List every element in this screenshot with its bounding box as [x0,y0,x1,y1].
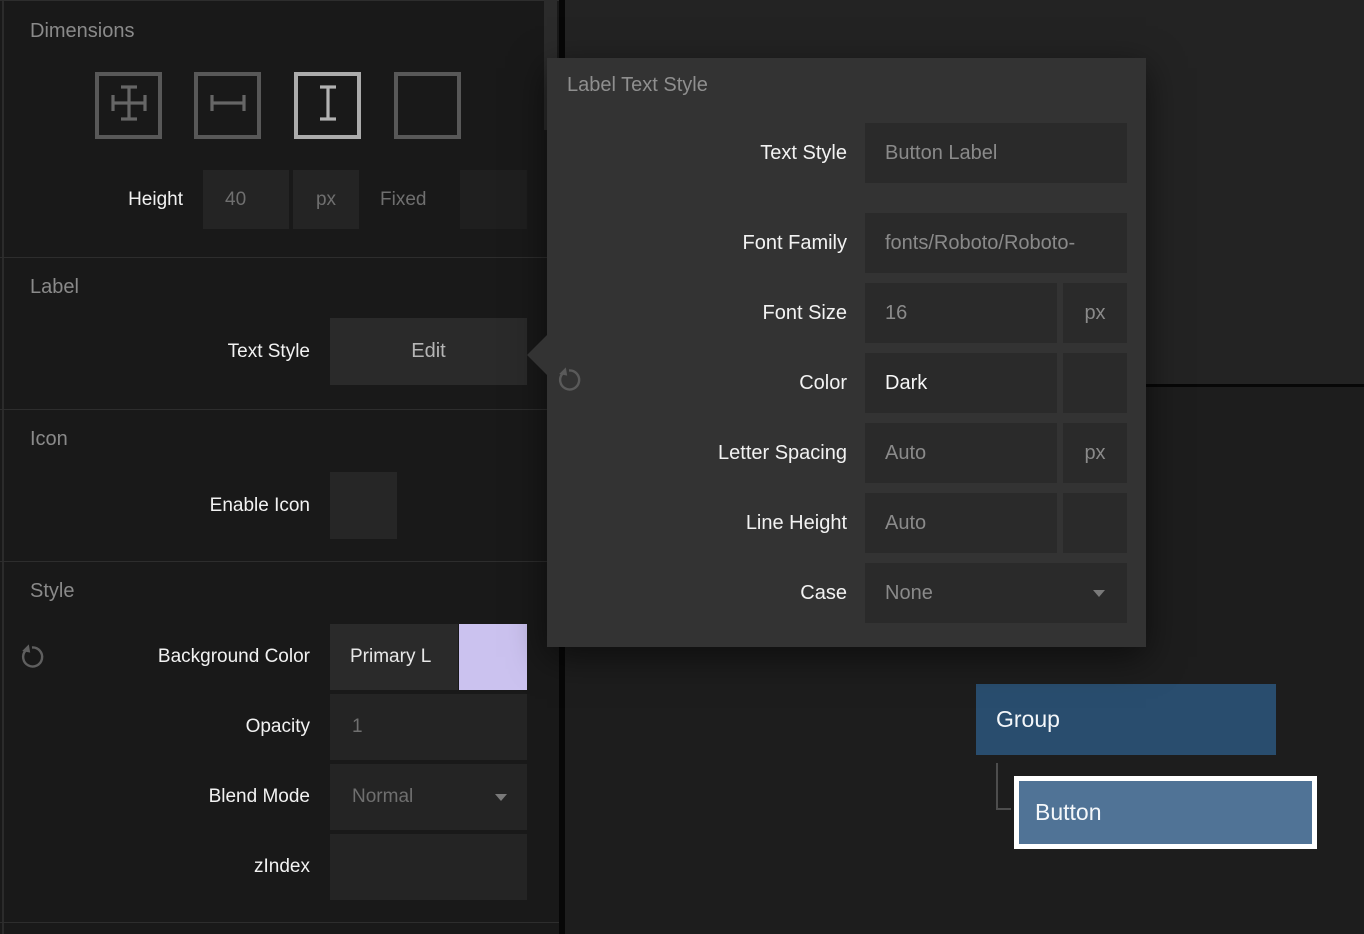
blend-mode-select[interactable]: Normal [330,764,527,830]
popup-text-style-label: Text Style [547,123,847,183]
popup-anchor-arrow [527,335,547,375]
popup-color-label: Color [547,353,847,413]
size-width-height-button[interactable] [95,72,162,139]
group-node[interactable]: Group [976,684,1276,755]
height-input[interactable]: 40 [203,170,289,229]
background-color-token-button[interactable]: Primary L [330,624,458,690]
popup-case-value: None [885,582,933,604]
button-node-selected[interactable]: Button [1014,776,1317,849]
dimensions-section-title: Dimensions [30,20,134,43]
properties-panel: Dimensions [0,0,559,934]
popup-title: Label Text Style [567,74,708,97]
enable-icon-checkbox[interactable] [330,472,397,539]
section-divider [0,561,559,562]
editor-window: Group Button Dimensions [0,0,1364,934]
style-section-title: Style [30,580,74,603]
background-color-swatch[interactable] [459,624,527,690]
height-label: Height [0,170,183,229]
size-free-button[interactable] [394,72,461,139]
tree-connector-vertical [996,763,998,810]
popup-case-label: Case [547,563,847,623]
popup-line-height-input[interactable]: Auto [865,493,1057,553]
size-width-height-icon [110,84,148,127]
popup-color-input[interactable]: Dark [865,353,1057,413]
button-node-label: Button [1035,799,1102,825]
popup-letter-spacing-unit-select[interactable]: px [1063,423,1127,483]
section-divider [0,409,559,410]
popup-font-size-input[interactable]: 16 [865,283,1057,343]
popup-letter-spacing-input[interactable]: Auto [865,423,1057,483]
edit-text-style-button[interactable]: Edit [330,318,527,385]
zindex-input[interactable] [330,834,527,900]
enable-icon-label: Enable Icon [0,472,310,539]
group-node-label: Group [996,706,1060,732]
popup-letter-spacing-label: Letter Spacing [547,423,847,483]
blend-mode-label: Blend Mode [0,764,310,830]
popup-font-size-unit-select[interactable]: px [1063,283,1127,343]
chevron-down-icon [495,794,507,801]
zindex-label: zIndex [0,834,310,900]
popup-color-unit-box[interactable] [1063,353,1127,413]
section-divider [0,922,559,923]
popup-font-family-input[interactable]: fonts/Roboto/Roboto- [865,213,1127,273]
background-color-label: Background Color [0,624,310,690]
label-section-title: Label [30,276,79,299]
text-style-label: Text Style [0,318,310,385]
label-text-style-popup: Label Text Style Text Style Button Label… [547,58,1146,647]
section-divider [0,257,559,258]
size-height-icon [309,84,347,127]
size-width-button[interactable] [194,72,261,139]
popup-line-height-unit-box[interactable] [1063,493,1127,553]
icon-section-title: Icon [30,428,68,451]
fixed-label: Fixed [380,170,426,229]
height-unit-select[interactable]: px [293,170,359,229]
chevron-down-icon [1093,590,1105,597]
size-height-button[interactable] [294,72,361,139]
popup-text-style-input[interactable]: Button Label [865,123,1127,183]
opacity-label: Opacity [0,694,310,760]
fixed-checkbox[interactable] [460,170,527,229]
size-width-icon [209,84,247,127]
tree-connector-horizontal [996,808,1011,810]
popup-font-size-label: Font Size [547,283,847,343]
popup-line-height-label: Line Height [547,493,847,553]
blend-mode-value: Normal [352,786,413,807]
opacity-input[interactable]: 1 [330,694,527,760]
section-divider [0,0,559,1]
popup-case-select[interactable]: None [865,563,1127,623]
popup-font-family-label: Font Family [547,213,847,273]
